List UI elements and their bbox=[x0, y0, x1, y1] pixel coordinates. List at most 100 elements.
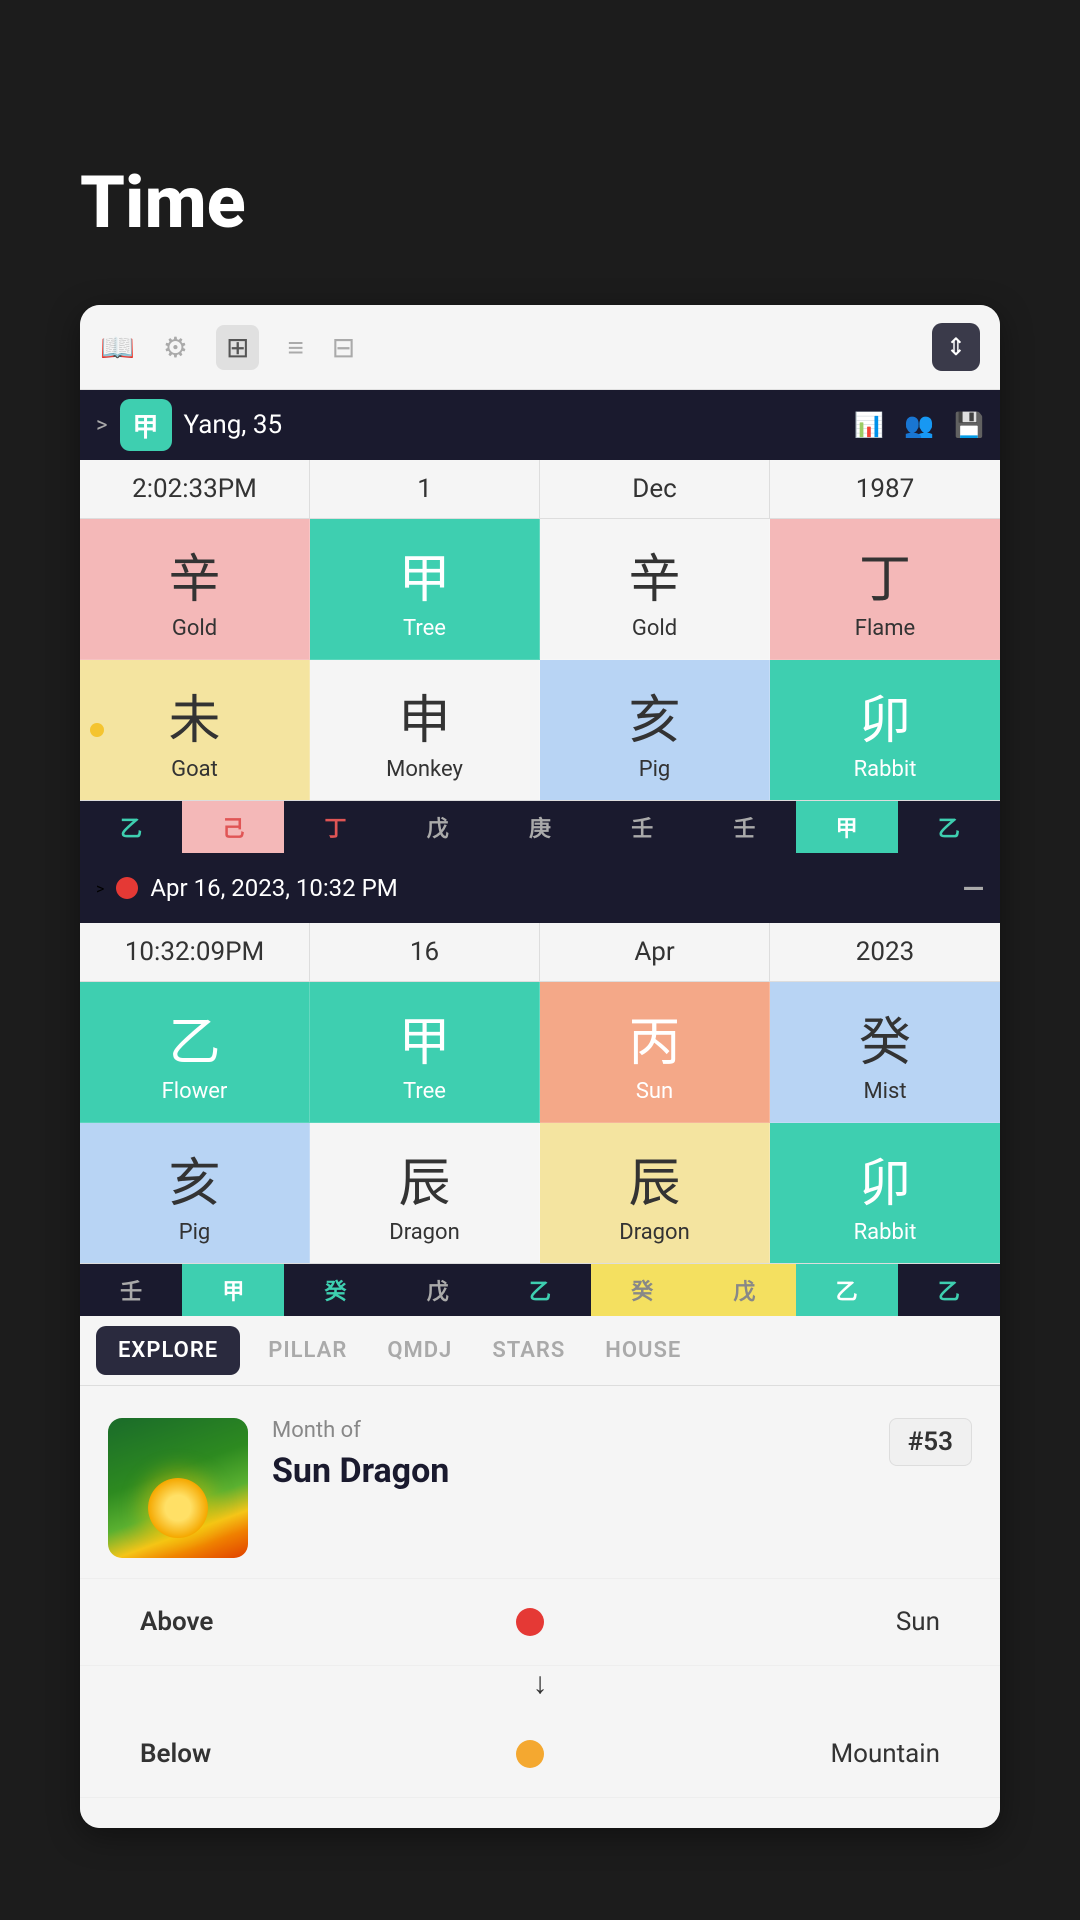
stem-cell2-3: 癸 Mist bbox=[770, 982, 1000, 1123]
datetime-row2: 10:32:09PM 16 Apr 2023 bbox=[80, 923, 1000, 982]
section1-symbol: 甲 bbox=[120, 399, 172, 451]
stem-cell1-2: 辛 Gold bbox=[540, 519, 770, 660]
ss1-6: 壬 bbox=[693, 801, 795, 853]
section2-date-label: Apr 16, 2023, 10:32 PM bbox=[150, 874, 950, 902]
below-dot bbox=[516, 1740, 544, 1768]
above-dot-area bbox=[320, 1608, 740, 1636]
branch-cell2-2: 辰 Dragon bbox=[540, 1123, 770, 1263]
ss2-7: 乙 bbox=[796, 1264, 898, 1316]
arrow-row: ↓ bbox=[80, 1666, 1000, 1711]
month-cell1: Dec bbox=[540, 460, 770, 518]
stem-cell1-1: 甲 Tree bbox=[310, 519, 540, 660]
stem-cell1-0: 辛 Gold bbox=[80, 519, 310, 660]
tab-house[interactable]: HOUSE bbox=[585, 1316, 701, 1385]
ss2-8: 乙 bbox=[898, 1264, 1000, 1316]
ss1-0: 乙 bbox=[80, 801, 182, 853]
explore-info: Month of Sun Dragon bbox=[272, 1418, 865, 1491]
section2-chevron[interactable]: > bbox=[96, 879, 104, 898]
people-icon[interactable]: 👥 bbox=[904, 411, 934, 439]
year-cell2: 2023 bbox=[770, 923, 1000, 981]
above-value: Sun bbox=[740, 1607, 940, 1637]
section1-icons: 📊 👥 💾 bbox=[854, 411, 984, 439]
stems-row1: 辛 Gold 甲 Tree 辛 Gold 丁 Flame bbox=[80, 519, 1000, 660]
branch-cell2-1: 辰 Dragon bbox=[310, 1123, 540, 1263]
ss2-6: 戊 bbox=[693, 1264, 795, 1316]
explore-area: Month of Sun Dragon #53 Above Sun ↓ Belo… bbox=[80, 1386, 1000, 1828]
stem-cell1-3: 丁 Flame bbox=[770, 519, 1000, 660]
tab-stars[interactable]: STARS bbox=[472, 1316, 585, 1385]
section1-bar: > 甲 Yang, 35 📊 👥 💾 bbox=[80, 390, 1000, 460]
below-row: Below Mountain bbox=[80, 1711, 1000, 1798]
height-icon-button[interactable]: ⇕ bbox=[932, 323, 980, 371]
tab-qmdj[interactable]: QMDJ bbox=[367, 1316, 472, 1385]
main-card: 📖 ⚙ ⊞ ≡ ⊟ ⇕ > 甲 Yang, 35 📊 👥 💾 2:02:33PM… bbox=[80, 305, 1000, 1828]
ss1-7: 甲 bbox=[796, 801, 898, 853]
branch-cell1-3: 卯 Rabbit bbox=[770, 660, 1000, 800]
explore-badge: #53 bbox=[889, 1418, 972, 1466]
below-label: Below bbox=[140, 1739, 320, 1769]
month-cell2: Apr bbox=[540, 923, 770, 981]
ss1-2: 丁 bbox=[284, 801, 386, 853]
table-icon[interactable]: ⊟ bbox=[332, 331, 355, 364]
section1-label: Yang, 35 bbox=[184, 410, 843, 440]
time-cell1: 2:02:33PM bbox=[80, 460, 310, 518]
book-icon[interactable]: 📖 bbox=[100, 331, 135, 364]
gear-icon[interactable]: ⚙ bbox=[163, 331, 188, 364]
time-cell2: 10:32:09PM bbox=[80, 923, 310, 981]
ss2-5: 癸 bbox=[591, 1264, 693, 1316]
page-title: Time bbox=[0, 0, 1080, 305]
ss2-3: 戊 bbox=[387, 1264, 489, 1316]
small-stems-row1: 乙 己 丁 戊 庚 壬 壬 甲 乙 bbox=[80, 801, 1000, 853]
arrow-container: ↓ bbox=[533, 1666, 548, 1701]
explore-image bbox=[108, 1418, 248, 1558]
stem-cell2-2: 丙 Sun bbox=[540, 982, 770, 1123]
recording-dot bbox=[116, 877, 138, 899]
small-stems-row2: 壬 甲 癸 戊 乙 癸 戊 乙 乙 bbox=[80, 1264, 1000, 1316]
above-label: Above bbox=[140, 1607, 320, 1637]
explore-card: Month of Sun Dragon #53 bbox=[80, 1386, 1000, 1579]
day-cell1: 1 bbox=[310, 460, 540, 518]
year-cell1: 1987 bbox=[770, 460, 1000, 518]
toolbar-left: 📖 ⚙ ⊞ ≡ ⊟ bbox=[100, 325, 355, 370]
grid-icon[interactable]: ⊞ bbox=[216, 325, 259, 370]
arrow-down-icon: ↓ bbox=[533, 1666, 548, 1701]
stem-cell2-1: 甲 Tree bbox=[310, 982, 540, 1123]
ss2-0: 壬 bbox=[80, 1264, 182, 1316]
ss2-1: 甲 bbox=[182, 1264, 284, 1316]
branch-cell1-1: 申 Monkey bbox=[310, 660, 540, 800]
above-row: Above Sun bbox=[80, 1579, 1000, 1666]
ss2-4: 乙 bbox=[489, 1264, 591, 1316]
section1-chevron[interactable]: > bbox=[96, 413, 108, 438]
ss1-5: 壬 bbox=[591, 801, 693, 853]
ss1-4: 庚 bbox=[489, 801, 591, 853]
explore-title: Sun Dragon bbox=[272, 1451, 865, 1491]
datetime-row1: 2:02:33PM 1 Dec 1987 bbox=[80, 460, 1000, 519]
stems-row2: 乙 Flower 甲 Tree 丙 Sun 癸 Mist bbox=[80, 982, 1000, 1123]
branches-row1: 未 Goat 申 Monkey 亥 Pig 卯 Rabbit bbox=[80, 660, 1000, 801]
toolbar: 📖 ⚙ ⊞ ≡ ⊟ ⇕ bbox=[80, 305, 1000, 390]
sun-graphic bbox=[148, 1478, 208, 1538]
branch-cell1-2: 亥 Pig bbox=[540, 660, 770, 800]
bar-chart-icon[interactable]: 📊 bbox=[854, 411, 884, 439]
dot-indicator bbox=[90, 723, 104, 737]
day-cell2: 16 bbox=[310, 923, 540, 981]
ss1-8: 乙 bbox=[898, 801, 1000, 853]
save-icon[interactable]: 💾 bbox=[954, 411, 984, 439]
section2-bar: > Apr 16, 2023, 10:32 PM — bbox=[80, 853, 1000, 923]
stem-cell2-0: 乙 Flower bbox=[80, 982, 310, 1123]
section2-dash[interactable]: — bbox=[963, 872, 984, 905]
below-dot-area bbox=[320, 1740, 740, 1768]
branch-cell2-3: 卯 Rabbit bbox=[770, 1123, 1000, 1263]
above-dot bbox=[516, 1608, 544, 1636]
ss1-3: 戊 bbox=[387, 801, 489, 853]
explore-subtitle: Month of bbox=[272, 1418, 865, 1443]
tab-explore[interactable]: EXPLORE bbox=[96, 1326, 240, 1375]
ss2-2: 癸 bbox=[284, 1264, 386, 1316]
branches-row2: 亥 Pig 辰 Dragon 辰 Dragon 卯 Rabbit bbox=[80, 1123, 1000, 1264]
tab-pillar[interactable]: PILLAR bbox=[248, 1316, 367, 1385]
menu-icon[interactable]: ≡ bbox=[287, 331, 303, 364]
branch-cell1-0: 未 Goat bbox=[80, 660, 310, 800]
tabs-row: EXPLORE PILLAR QMDJ STARS HOUSE bbox=[80, 1316, 1000, 1386]
ss1-1: 己 bbox=[182, 801, 284, 853]
branch-cell2-0: 亥 Pig bbox=[80, 1123, 310, 1263]
